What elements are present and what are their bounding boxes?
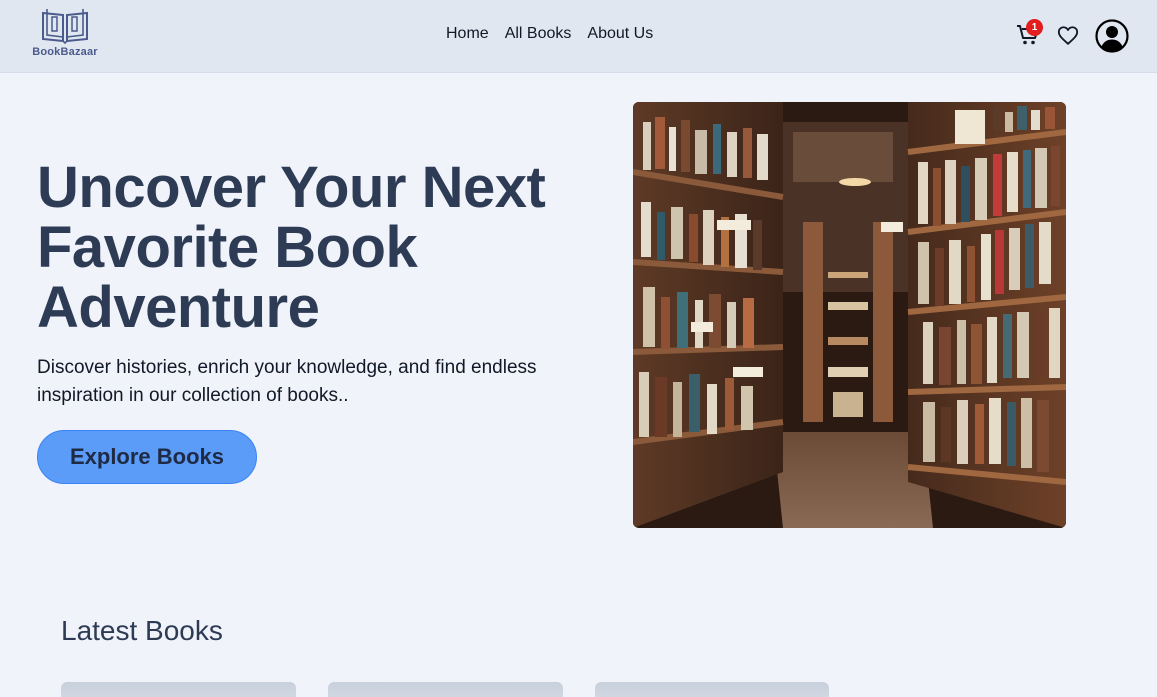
open-book-icon	[42, 9, 88, 45]
nav-link-about-us[interactable]: About Us	[587, 24, 653, 44]
latest-book-card[interactable]	[595, 682, 829, 697]
hero-bookstore-image	[633, 102, 1066, 528]
cart-count-badge: 1	[1026, 19, 1043, 36]
top-navbar: BookBazaar Home All Books About Us 1	[0, 0, 1157, 73]
heart-icon[interactable]	[1057, 25, 1079, 46]
latest-books-heading: Latest Books	[61, 615, 223, 646]
hero-subtitle: Discover histories, enrich your knowledg…	[37, 357, 537, 406]
brand-logo[interactable]: BookBazaar	[30, 7, 100, 63]
nav-link-all-books[interactable]: All Books	[505, 24, 572, 44]
nav-link-home[interactable]: Home	[446, 24, 489, 44]
latest-book-card[interactable]	[328, 682, 563, 697]
hero-title: Uncover Your Next Favorite Book Adventur…	[37, 155, 546, 340]
explore-books-button[interactable]: Explore Books	[37, 430, 257, 484]
brand-name: BookBazaar	[32, 46, 98, 58]
user-account-icon[interactable]	[1095, 19, 1129, 53]
main-nav: Home All Books About Us	[446, 24, 653, 44]
bookshelf-aisle-illustration	[633, 102, 1066, 528]
latest-book-card[interactable]	[61, 682, 296, 697]
